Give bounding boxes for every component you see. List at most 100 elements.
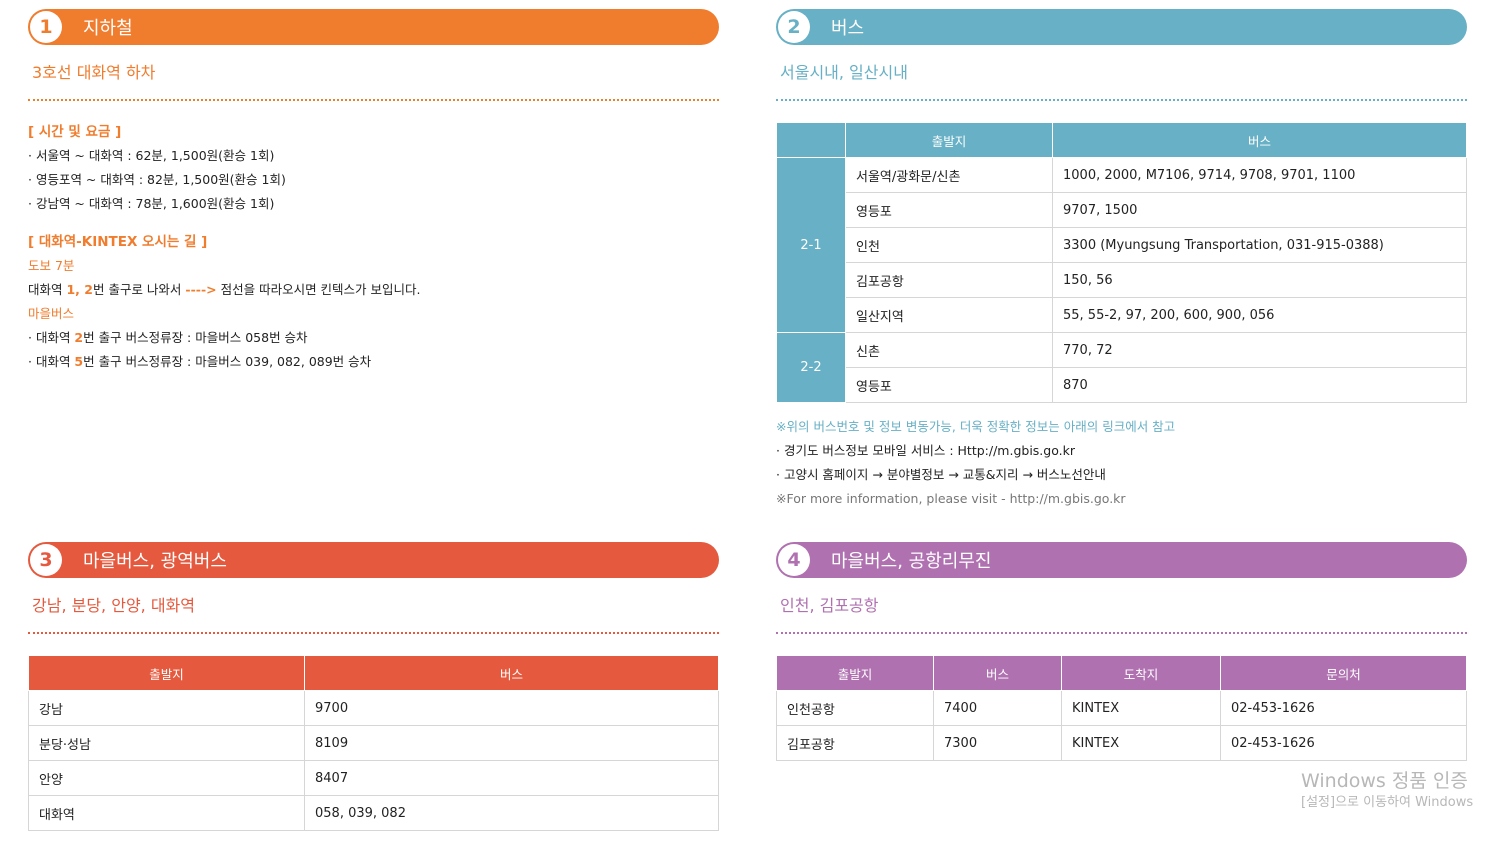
section-title: 지하철 [83, 18, 133, 39]
origin-cell: 서울역/광화문/신촌 [845, 157, 1053, 193]
section-title: 마을버스, 광역버스 [83, 551, 227, 572]
section-village-express-bus: 3 마을버스, 광역버스 강남, 분당, 안양, 대화역 출발지 버스 강남 9… [28, 542, 719, 831]
dotted-divider [776, 99, 1467, 101]
table-header-row: 출발지 버스 도착지 문의처 [776, 655, 1467, 691]
walk-text: 대화역 [28, 282, 67, 297]
dotted-divider [28, 632, 719, 634]
section-header: 4 마을버스, 공항리무진 [776, 542, 1467, 578]
section-number: 3 [30, 544, 62, 576]
section-title: 버스 [831, 18, 865, 39]
origin-cell: 김포공항 [845, 262, 1053, 298]
column-header: 문의처 [1220, 655, 1467, 691]
section-subtitle: 서울시내, 일산시내 [780, 63, 908, 82]
walk-text: 점선을 따라오시면 킨텍스가 보입니다. [216, 282, 421, 297]
table-row: 영등포 870 [777, 367, 1467, 403]
section-number: 4 [778, 544, 810, 576]
column-header: 도착지 [1061, 655, 1221, 691]
windows-activation-watermark: Windows 정품 인증 [설정]으로 이동하여 Windows [1301, 768, 1473, 812]
table-row: 인천 3300 (Myungsung Transportation, 031-9… [777, 227, 1467, 263]
bus-cell: 7400 [933, 690, 1062, 726]
table-row: 2-1 서울역/광화문/신촌 1000, 2000, M7106, 9714, … [776, 157, 1467, 333]
table-row: 김포공항 7300 KINTEX 02-453-1626 [776, 725, 1467, 761]
table-row: 대화역 058, 039, 082 [28, 795, 719, 831]
origin-cell: 일산지역 [845, 297, 1053, 333]
bus-info-line: · 고양시 홈페이지 → 분야별정보 → 교통&지리 → 버스노선안내 [776, 467, 1106, 482]
table-header-row: 출발지 버스 [28, 655, 719, 691]
exit-number: 2 [74, 330, 84, 345]
subway-info: [ 시간 및 요금 ] · 서울역 ~ 대화역 : 62분, 1,500원(환승… [28, 120, 719, 374]
origin-cell: 영등포 [845, 367, 1053, 403]
walk-directions: 대화역 1, 2번 출구로 나와서 ----> 점선을 따라오시면 킨텍스가 보… [28, 278, 719, 302]
origin-cell: 분당·성남 [28, 725, 305, 761]
bus-info-english: ※For more information, please visit - ht… [776, 491, 1126, 506]
table-row: 김포공항 150, 56 [777, 262, 1467, 298]
section-header: 1 지하철 [28, 9, 719, 45]
bus-cell: 8407 [304, 760, 719, 796]
village-bus-line: · 대화역 2번 출구 버스정류장 : 마을버스 058번 승차 [28, 326, 719, 350]
table-row: 2-2 신촌 770, 72 [776, 332, 1467, 403]
table-row: 영등포 9707, 1500 [777, 192, 1467, 228]
bus-info-line: · 경기도 버스정보 모바일 서비스 : Http://m.gbis.go.kr [776, 443, 1075, 458]
bus-notes: ※위의 버스번호 및 정보 변동가능, 더욱 정확한 정보는 아래의 링크에서 … [776, 415, 1467, 511]
exit-number: 5 [74, 354, 84, 369]
village-bus-text: · 대화역 [28, 354, 75, 369]
bus-cell: 058, 039, 082 [304, 795, 719, 831]
origin-cell: 안양 [28, 760, 305, 796]
express-bus-table: 출발지 버스 강남 9700 분당·성남 8109 안양 8407 대화역 05… [28, 655, 719, 831]
dotted-divider [776, 632, 1467, 634]
bus-cell: 870 [1052, 367, 1467, 403]
column-header: 출발지 [845, 122, 1053, 158]
watermark-title: Windows 정품 인증 [1301, 770, 1468, 792]
table-row: 분당·성남 8109 [28, 725, 719, 761]
walk-text: 번 출구로 나와서 [92, 282, 186, 297]
time-fare-line: · 강남역 ~ 대화역 : 78분, 1,600원(환승 1회) [28, 196, 275, 211]
column-header: 출발지 [776, 655, 934, 691]
contact-cell: 02-453-1626 [1220, 690, 1467, 726]
column-header: 버스 [1052, 122, 1467, 158]
origin-cell: 신촌 [845, 332, 1053, 368]
dotted-arrow: ----> [185, 282, 217, 297]
origin-cell: 인천 [845, 227, 1053, 263]
section-subtitle: 3호선 대화역 하차 [32, 63, 156, 82]
table-row: 인천공항 7400 KINTEX 02-453-1626 [776, 690, 1467, 726]
column-header: 버스 [933, 655, 1062, 691]
time-fare-line: · 영등포역 ~ 대화역 : 82분, 1,500원(환승 1회) [28, 172, 286, 187]
column-header: 출발지 [28, 655, 305, 691]
time-fare-heading: [ 시간 및 요금 ] [28, 124, 122, 140]
village-bus-line: · 대화역 5번 출구 버스정류장 : 마을버스 039, 082, 089번 … [28, 350, 719, 374]
column-header [776, 122, 846, 158]
bus-cell: 770, 72 [1052, 332, 1467, 368]
village-bus-text: 번 출구 버스정류장 : 마을버스 039, 082, 089번 승차 [83, 354, 372, 369]
section-header: 3 마을버스, 광역버스 [28, 542, 719, 578]
section-title: 마을버스, 공항리무진 [831, 551, 992, 572]
bus-info-warning: ※위의 버스번호 및 정보 변동가능, 더욱 정확한 정보는 아래의 링크에서 … [776, 419, 1176, 434]
section-number: 1 [30, 11, 62, 43]
origin-cell: 영등포 [845, 192, 1053, 228]
section-header: 2 버스 [776, 9, 1467, 45]
bus-cell: 7300 [933, 725, 1062, 761]
route-heading: [ 대화역-KINTEX 오시는 길 ] [28, 234, 208, 250]
bus-cell: 55, 55-2, 97, 200, 600, 900, 056 [1052, 297, 1467, 333]
section-bus: 2 버스 서울시내, 일산시내 출발지 버스 2-1 서울역/광화문/신촌 10… [776, 9, 1467, 511]
section-number: 2 [778, 11, 810, 43]
table-row: 강남 9700 [28, 690, 719, 726]
village-bus-text: 번 출구 버스정류장 : 마을버스 058번 승차 [83, 330, 308, 345]
bus-cell: 150, 56 [1052, 262, 1467, 298]
destination-cell: KINTEX [1061, 725, 1221, 761]
watermark-subtitle: [설정]으로 이동하여 Windows [1301, 795, 1474, 810]
origin-cell: 인천공항 [776, 690, 934, 726]
section-subtitle: 인천, 김포공항 [780, 596, 879, 615]
walk-label: 도보 7분 [28, 258, 75, 273]
section-subtitle: 강남, 분당, 안양, 대화역 [32, 596, 195, 615]
village-bus-text: · 대화역 [28, 330, 75, 345]
table-row: 안양 8407 [28, 760, 719, 796]
origin-cell: 대화역 [28, 795, 305, 831]
time-fare-line: · 서울역 ~ 대화역 : 62분, 1,500원(환승 1회) [28, 148, 275, 163]
exit-numbers: 1, 2 [66, 282, 93, 297]
bus-table: 출발지 버스 2-1 서울역/광화문/신촌 1000, 2000, M7106,… [776, 122, 1467, 403]
group-label: 2-1 [776, 157, 846, 333]
origin-cell: 김포공항 [776, 725, 934, 761]
contact-cell: 02-453-1626 [1220, 725, 1467, 761]
destination-cell: KINTEX [1061, 690, 1221, 726]
bus-cell: 9700 [304, 690, 719, 726]
